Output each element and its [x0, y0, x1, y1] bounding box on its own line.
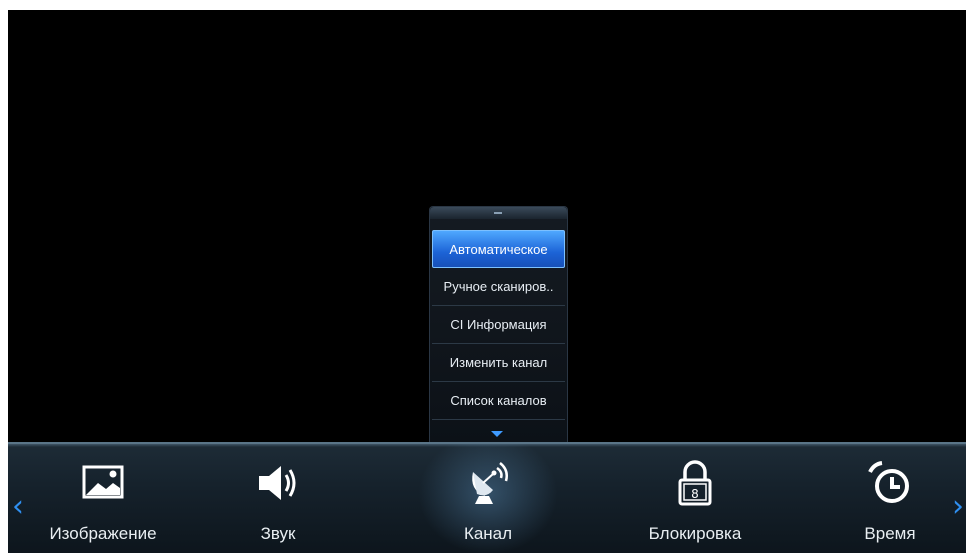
- picture-icon: [82, 465, 124, 499]
- svg-text:8: 8: [691, 487, 699, 501]
- submenu-header: [430, 207, 567, 219]
- submenu-item-auto-scan[interactable]: Автоматическое: [432, 230, 565, 268]
- channel-submenu: Автоматическое Ручное сканиров.. CI Инфо…: [429, 206, 568, 443]
- submenu-item-manual-scan[interactable]: Ручное сканиров..: [432, 268, 565, 306]
- main-menu-bar: ‹ Изображение Звук Канал 8 Блокировка Вр…: [8, 442, 966, 553]
- menu-item-label: Изображение: [49, 524, 157, 543]
- menu-item-picture[interactable]: Изображение: [23, 454, 183, 549]
- lock-icon: 8: [678, 460, 712, 506]
- menu-item-sound[interactable]: Звук: [198, 454, 358, 549]
- submenu-item-channel-list[interactable]: Список каналов: [432, 382, 565, 420]
- menu-item-time[interactable]: Время: [810, 454, 966, 549]
- menu-item-lock[interactable]: 8 Блокировка: [615, 454, 775, 549]
- menu-item-label: Канал: [463, 524, 513, 543]
- menu-item-label: Время: [864, 524, 916, 543]
- submenu-item-ci-info[interactable]: CI Информация: [432, 306, 565, 344]
- submenu-list: Автоматическое Ручное сканиров.. CI Инфо…: [432, 230, 565, 420]
- chevron-right-icon[interactable]: ›: [952, 492, 964, 522]
- menu-item-label: Блокировка: [648, 524, 742, 543]
- speaker-icon: [259, 466, 296, 500]
- alarm-clock-icon: [868, 461, 909, 503]
- submenu-item-edit-channel[interactable]: Изменить канал: [432, 344, 565, 382]
- satellite-dish-icon: [472, 462, 508, 504]
- grip-icon: [494, 212, 502, 214]
- triangle-down-icon[interactable]: [491, 431, 503, 437]
- tv-screen: Автоматическое Ручное сканиров.. CI Инфо…: [8, 10, 966, 553]
- menu-item-channel[interactable]: Канал: [408, 454, 568, 549]
- menu-item-label: Звук: [260, 524, 296, 543]
